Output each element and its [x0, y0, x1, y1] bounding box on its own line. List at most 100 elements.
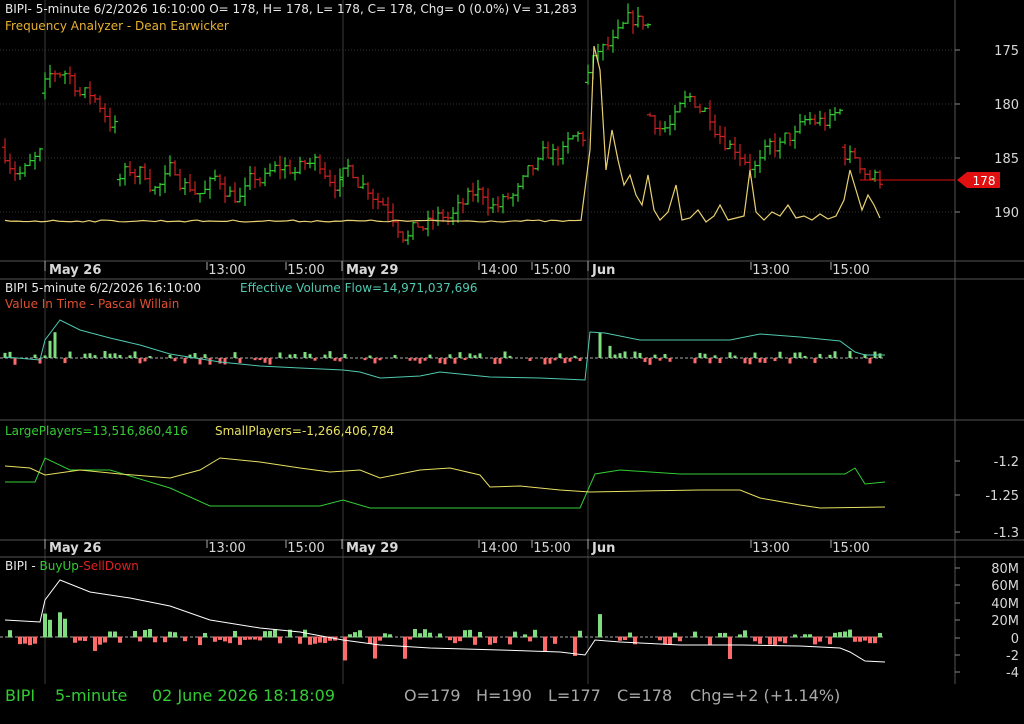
buyup-bar: [448, 636, 452, 641]
small-players-label: SmallPlayers=-1,266,406,784: [215, 424, 395, 438]
value-bar: [473, 355, 477, 358]
buyup-bar: [63, 618, 67, 638]
value-bar: [878, 353, 882, 358]
value-bar: [463, 358, 467, 361]
value-bar: [753, 352, 757, 358]
value-bar: [728, 352, 732, 358]
buyup-bar: [533, 629, 537, 638]
buyup-bar: [183, 636, 187, 642]
value-bar: [498, 358, 502, 364]
value-bar: [558, 353, 562, 358]
value-bar: [568, 358, 572, 362]
value-bar: [633, 351, 637, 358]
price-tick-label: 190: [994, 206, 1019, 221]
value-bar: [618, 353, 622, 358]
buyup-bar: [103, 636, 107, 643]
value-bar: [323, 354, 327, 358]
time-label: 13:00: [752, 541, 789, 556]
value-bar: [373, 358, 377, 364]
buyup-bar: [663, 636, 667, 645]
value-bar: [828, 354, 832, 358]
buyup-bar: [228, 636, 232, 644]
buyup-bar: [743, 630, 747, 638]
buyup-bar: [48, 619, 52, 638]
buyup-bar: [368, 636, 372, 644]
value-bar: [503, 351, 507, 358]
value-bar: [413, 358, 417, 361]
value-bar: [108, 353, 112, 358]
buyup-bar: [108, 631, 112, 638]
buyup-bar: [513, 631, 517, 638]
value-pane-header: BIPI 5-minute 6/2/2026 16:10:00: [5, 281, 202, 295]
buyup-bar: [803, 634, 807, 638]
buyup-bar: [33, 636, 37, 644]
price-tick-label: 175: [994, 44, 1019, 59]
buyup-bar: [238, 636, 242, 645]
value-bar: [88, 353, 92, 358]
value-bar: [128, 355, 132, 358]
day-label: May 26: [49, 263, 101, 278]
buyup-bar: [878, 633, 882, 638]
value-bar: [663, 354, 667, 358]
value-bar: [713, 355, 717, 358]
buyup-bar: [838, 632, 842, 638]
chart-canvas[interactable]: 190 185 180 175 178 May 26 May 29 Jun 13:00 15:00…: [0, 0, 1024, 720]
buyup-bar: [273, 629, 277, 638]
buyup-selldown-header: BIPI - BuyUp-SellDown: [5, 559, 139, 573]
value-bar: [443, 358, 447, 365]
status-high: H=190: [476, 686, 532, 705]
stock-chart-window[interactable]: 190 185 180 175 178 May 26 May 29 Jun 13:00 15:00…: [0, 0, 1024, 720]
value-bar: [803, 355, 807, 358]
effective-volume-flow-line: [4, 319, 885, 381]
value-bar: [743, 358, 747, 364]
buyup-bar: [853, 636, 857, 642]
buyup-bar: [728, 636, 732, 660]
buyup-bar: [258, 636, 262, 641]
buyup-bar: [18, 636, 22, 645]
buyup-bar: [488, 636, 492, 645]
buyup-bar: [403, 636, 407, 659]
value-bar: [143, 358, 147, 362]
value-bar: [613, 354, 617, 358]
buyup-bar: [253, 636, 257, 640]
value-bar: [698, 352, 702, 358]
value-bar: [453, 358, 457, 364]
buyup-bar: [658, 636, 662, 641]
value-bar: [203, 354, 207, 358]
buyup-bar: [428, 632, 432, 638]
buyup-bar: [218, 636, 222, 640]
value-bar: [748, 358, 752, 365]
value-bar: [368, 355, 372, 358]
frequency-analyzer-line: [4, 45, 881, 223]
value-bar: [278, 352, 282, 358]
value-bar: [428, 354, 432, 358]
buyup-bar: [848, 629, 852, 638]
value-bar: [703, 353, 707, 358]
buyup-bar: [783, 636, 787, 644]
value-bar: [223, 358, 227, 365]
value-bar: [183, 358, 187, 364]
buyup-bar: [153, 636, 157, 643]
status-symbol: BIPI: [5, 686, 36, 705]
buyup-bar: [628, 632, 632, 638]
value-bar: [328, 351, 332, 358]
time-label: 13:00: [208, 263, 245, 278]
buyup-bar: [223, 636, 227, 642]
value-bar: [263, 358, 267, 363]
buyup-bar: [143, 629, 147, 638]
time-label: 15:00: [287, 541, 324, 556]
value-bar: [718, 358, 722, 364]
time-label: 13:00: [752, 263, 789, 278]
buyup-bar: [98, 636, 102, 645]
value-bar: [818, 353, 822, 358]
status-close: C=178: [617, 686, 673, 705]
buyup-bar: [708, 636, 712, 646]
time-label: 15:00: [533, 541, 570, 556]
value-bar: [53, 332, 57, 358]
value-bar: [313, 358, 317, 361]
buyup-bar: [353, 632, 357, 638]
buyup-bar: [828, 636, 832, 645]
value-bar: [13, 358, 17, 365]
value-bar: [63, 358, 67, 364]
buyup-cumulative-line: [4, 579, 886, 663]
